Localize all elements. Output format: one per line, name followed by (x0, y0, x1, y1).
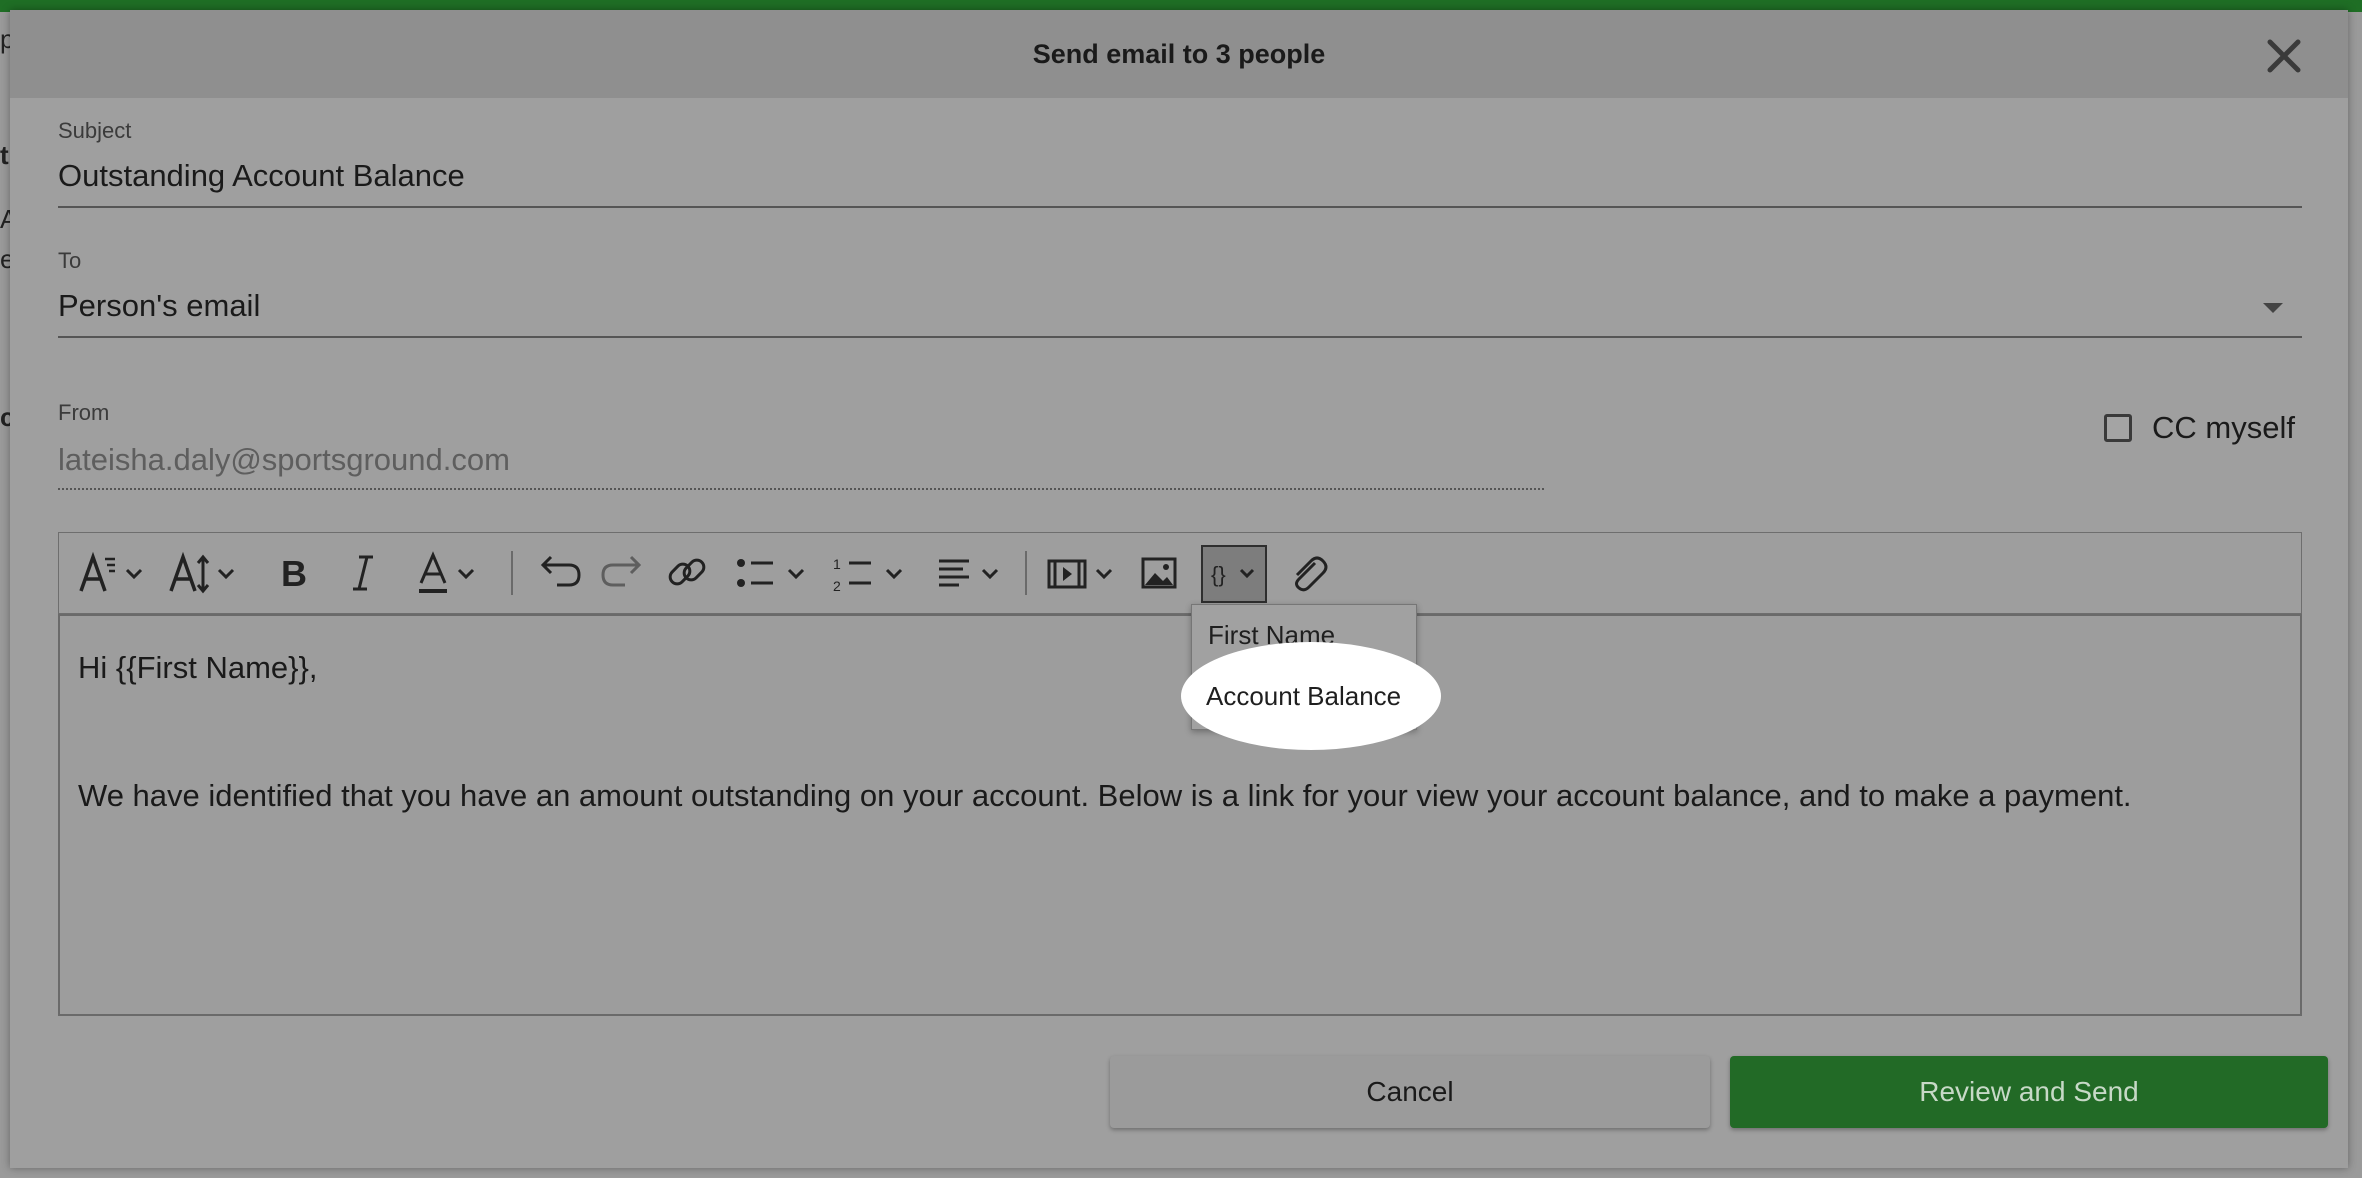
email-body-editor[interactable]: Hi {{First Name}}, We have identified th… (58, 614, 2302, 1016)
to-label: To (58, 248, 82, 273)
from-field: lateisha.daly@sportsground.com (58, 442, 510, 477)
font-style-icon (79, 551, 143, 592)
close-icon (2267, 39, 2301, 73)
bold-button[interactable]: B (267, 533, 323, 613)
align-button[interactable] (927, 533, 1011, 613)
svg-text:{}: {} (1211, 562, 1226, 587)
editor-toolbar: B 1 2 {} (58, 532, 2302, 614)
undo-button[interactable] (527, 533, 587, 613)
italic-icon (353, 555, 373, 591)
font-size-icon (169, 551, 235, 594)
dialog-title: Send email to 3 people (1032, 39, 1326, 69)
svg-text:2: 2 (833, 578, 841, 594)
review-and-send-button[interactable]: Review and Send (1730, 1056, 2328, 1128)
image-icon (1141, 557, 1177, 589)
checkbox-icon (2104, 414, 2132, 442)
attachment-button[interactable] (1277, 533, 1337, 613)
to-select-value: Person's email (58, 288, 261, 323)
caret-down-icon (2263, 303, 2283, 313)
font-size-button[interactable] (167, 533, 247, 613)
svg-text:B: B (281, 553, 307, 594)
cc-myself-label: CC myself (2152, 410, 2295, 445)
body-paragraph: We have identified that you have an amou… (78, 778, 2132, 813)
send-email-dialog: Send email to 3 people Subject Outstandi… (10, 10, 2348, 1168)
svg-text:1: 1 (833, 556, 841, 572)
from-underline (58, 488, 1544, 490)
subject-input[interactable]: Outstanding Account Balance (58, 158, 465, 194)
link-icon (668, 558, 706, 586)
redo-icon (601, 555, 642, 587)
from-label: From (58, 400, 110, 425)
close-button[interactable] (2262, 34, 2306, 78)
subject-label: Subject (58, 118, 132, 143)
bold-icon: B (281, 553, 307, 594)
redo-button[interactable] (593, 533, 653, 613)
image-button[interactable] (1129, 533, 1189, 613)
video-icon (1047, 559, 1113, 589)
to-underline (58, 336, 2302, 338)
undo-icon (540, 555, 581, 587)
cc-myself-checkbox[interactable]: CC myself (2104, 410, 2295, 446)
to-select[interactable]: Person's email (58, 288, 2302, 324)
italic-button[interactable] (335, 533, 391, 613)
background-fragment: t (0, 140, 9, 170)
align-icon (939, 559, 999, 587)
bulleted-list-button[interactable] (727, 533, 817, 613)
numbered-list-button[interactable]: 1 2 (825, 533, 915, 613)
attachment-icon (1295, 556, 1328, 592)
menu-item-account-balance[interactable]: Account Balance (1206, 666, 1401, 726)
subject-underline (58, 206, 2302, 208)
font-style-button[interactable] (75, 533, 155, 613)
merge-field-button[interactable]: {} (1201, 545, 1267, 603)
text-color-button[interactable] (407, 533, 487, 613)
text-color-icon (419, 551, 475, 593)
toolbar-separator (511, 551, 513, 595)
bulleted-list-icon (737, 559, 805, 587)
merge-field-icon: {} (1211, 562, 1255, 587)
numbered-list-icon: 1 2 (833, 556, 903, 594)
toolbar-separator (1025, 551, 1027, 595)
video-button[interactable] (1039, 533, 1123, 613)
cancel-button[interactable]: Cancel (1110, 1056, 1710, 1128)
body-greeting: Hi {{First Name}}, (78, 650, 318, 685)
link-button[interactable] (659, 533, 719, 613)
